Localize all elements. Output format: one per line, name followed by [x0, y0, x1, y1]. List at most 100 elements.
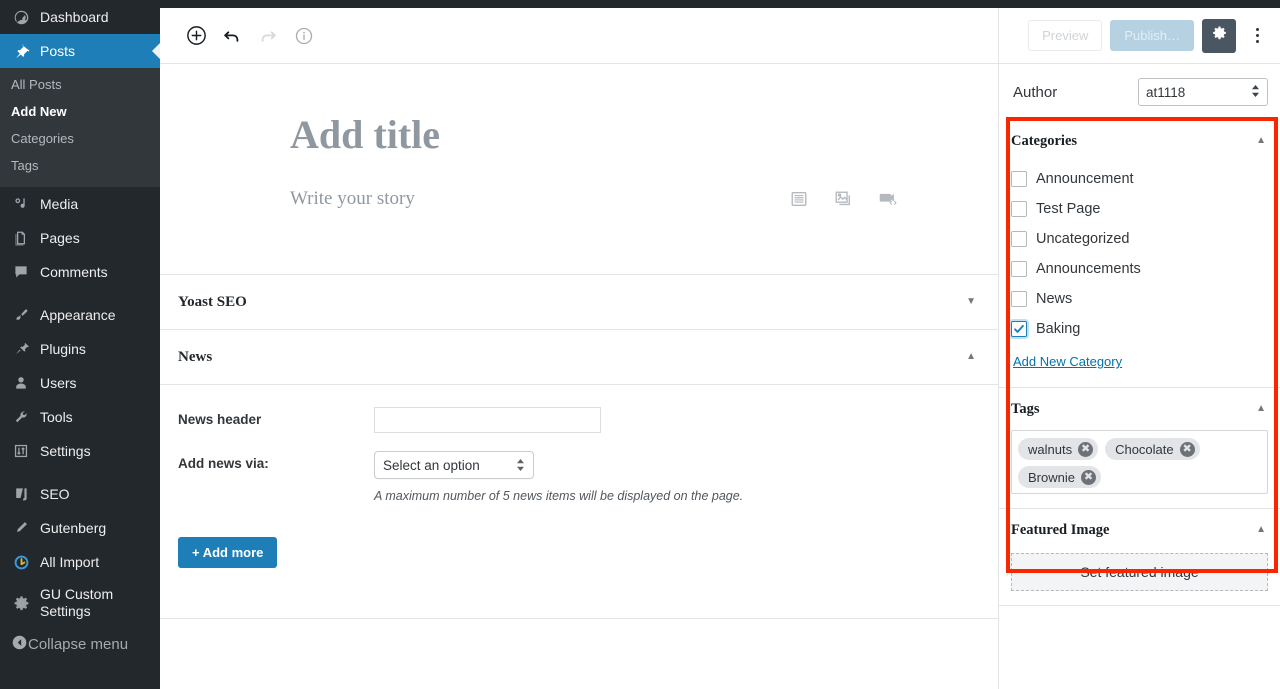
set-featured-image-button[interactable]: Set featured image: [1011, 553, 1268, 591]
more-options-button[interactable]: [1244, 19, 1270, 53]
sidebar-item-tools[interactable]: Tools: [0, 400, 160, 434]
tag-chip[interactable]: Brownie ✖: [1018, 466, 1101, 488]
checkbox-unchecked-icon[interactable]: [1011, 231, 1027, 247]
news-header-input[interactable]: [374, 407, 601, 433]
category-item[interactable]: Uncategorized: [1011, 224, 1268, 254]
sidebar-item-settings[interactable]: Settings: [0, 434, 160, 468]
sidebar-item-gutenberg[interactable]: Gutenberg: [0, 511, 160, 545]
tags-input-box[interactable]: walnuts ✖ Chocolate ✖ Brownie ✖: [1011, 430, 1268, 494]
embed-video-icon[interactable]: [876, 188, 898, 210]
sidebar-item-label: Appearance: [40, 307, 116, 323]
admin-sidebar: Dashboard Posts All Posts Add New Catego…: [0, 0, 160, 689]
sidebar-item-comments[interactable]: Comments: [0, 255, 160, 289]
featured-image-panel-header[interactable]: Featured Image ▲: [999, 509, 1280, 551]
tags-title: Tags: [1011, 400, 1040, 417]
checkbox-checked-icon[interactable]: [1011, 321, 1027, 337]
featured-image-panel-body: Set featured image: [999, 553, 1280, 605]
author-label: Author: [1013, 83, 1058, 101]
kebab-menu-icon: [1255, 28, 1259, 43]
post-body-input[interactable]: Write your story: [290, 188, 788, 210]
metabox-title: Yoast SEO: [178, 293, 247, 310]
categories-panel-header[interactable]: Categories ▲: [999, 120, 1280, 162]
sidebar-item-label: Media: [40, 196, 79, 212]
undo-icon[interactable]: [214, 18, 250, 54]
metaboxes: Yoast SEO ▼ News ▲ News header Add news …: [160, 274, 998, 648]
category-item[interactable]: Test Page: [1011, 194, 1268, 224]
paragraph-list-icon[interactable]: [788, 188, 810, 210]
news-helper-text: A maximum number of 5 news items will be…: [374, 489, 744, 503]
author-select[interactable]: at1118: [1138, 78, 1268, 106]
sidebar-item-all-posts[interactable]: All Posts: [0, 72, 160, 99]
featured-image-panel: Featured Image ▲ Set featured image: [999, 509, 1280, 606]
image-gallery-icon[interactable]: [832, 188, 854, 210]
menu-divider: [0, 468, 160, 477]
category-item[interactable]: News: [1011, 284, 1268, 314]
chevron-up-icon[interactable]: ▲: [966, 352, 976, 362]
metabox-news-header[interactable]: News ▲: [160, 330, 998, 384]
add-news-via-select[interactable]: Select an option: [374, 451, 534, 479]
add-new-category-link[interactable]: Add New Category: [1013, 354, 1122, 369]
sliders-icon: [11, 441, 31, 461]
sidebar-item-tags[interactable]: Tags: [0, 153, 160, 180]
admin-top-strip: [160, 0, 1280, 8]
sidebar-item-posts[interactable]: Posts: [0, 34, 160, 68]
checkbox-unchecked-icon[interactable]: [1011, 171, 1027, 187]
post-title-input[interactable]: Add title: [160, 112, 998, 158]
categories-panel-body: Announcement Test Page Uncategorized Ann…: [999, 162, 1280, 387]
add-more-button[interactable]: + Add more: [178, 537, 278, 568]
sidebar-item-pages[interactable]: Pages: [0, 221, 160, 255]
sidebar-item-categories[interactable]: Categories: [0, 126, 160, 153]
categories-title: Categories: [1011, 132, 1078, 149]
add-block-icon[interactable]: [178, 18, 214, 54]
sidebar-item-label: Posts: [40, 43, 76, 59]
checkbox-unchecked-icon[interactable]: [1011, 201, 1027, 217]
sidebar-item-dashboard[interactable]: Dashboard: [0, 0, 160, 34]
tags-panel-body: walnuts ✖ Chocolate ✖ Brownie ✖: [999, 430, 1280, 508]
field-news-header: News header: [178, 407, 980, 433]
inline-block-icons: [788, 188, 898, 210]
remove-tag-icon[interactable]: ✖: [1080, 469, 1096, 485]
add-news-via-wrap: Select an option A maximum number of 5 n…: [374, 451, 743, 503]
tag-chip[interactable]: Chocolate ✖: [1105, 438, 1200, 460]
checkbox-unchecked-icon[interactable]: [1011, 291, 1027, 307]
category-item[interactable]: Announcements: [1011, 254, 1268, 284]
sidebar-item-all-import[interactable]: All Import: [0, 545, 160, 579]
metabox-news-body: News header Add news via: Select an opti…: [160, 384, 998, 592]
sidebar-item-seo[interactable]: SEO: [0, 477, 160, 511]
chevron-up-icon[interactable]: ▲: [1256, 404, 1266, 414]
chevron-up-icon[interactable]: ▲: [1256, 525, 1266, 535]
media-icon: [11, 194, 31, 214]
sidebar-item-label: Plugins: [40, 341, 86, 357]
main-area: Add title Write your story Yoast SEO ▼ N…: [160, 0, 1280, 689]
yoast-icon: [11, 484, 31, 504]
tag-chip[interactable]: walnuts ✖: [1018, 438, 1099, 460]
pages-icon: [11, 228, 31, 248]
remove-tag-icon[interactable]: ✖: [1078, 441, 1094, 457]
sidebar-item-media[interactable]: Media: [0, 187, 160, 221]
info-icon[interactable]: [286, 18, 322, 54]
collapse-menu-button[interactable]: Collapse menu: [0, 627, 160, 661]
remove-tag-icon[interactable]: ✖: [1179, 441, 1195, 457]
sidebar-item-users[interactable]: Users: [0, 366, 160, 400]
sidebar-item-plugins[interactable]: Plugins: [0, 332, 160, 366]
sidebar-item-appearance[interactable]: Appearance: [0, 298, 160, 332]
pin-icon: [11, 41, 31, 61]
preview-button[interactable]: Preview: [1028, 20, 1103, 51]
sidebar-item-add-new[interactable]: Add New: [0, 99, 160, 126]
plug-icon: [11, 339, 31, 359]
tags-panel-header[interactable]: Tags ▲: [999, 388, 1280, 430]
categories-list: Announcement Test Page Uncategorized Ann…: [1011, 162, 1268, 344]
publish-button[interactable]: Publish…: [1110, 20, 1194, 51]
sidebar-item-gu-custom-settings[interactable]: GU Custom Settings: [0, 579, 160, 627]
category-item-baking[interactable]: Baking: [1011, 314, 1268, 344]
checkbox-unchecked-icon[interactable]: [1011, 261, 1027, 277]
sidebar-item-label: Pages: [40, 230, 80, 246]
category-item[interactable]: Announcement: [1011, 164, 1268, 194]
editor-toolbar: [160, 8, 998, 64]
metabox-yoast-seo: Yoast SEO ▼: [160, 274, 998, 329]
settings-gear-button[interactable]: [1202, 18, 1236, 53]
chevron-up-icon[interactable]: ▲: [1256, 136, 1266, 146]
metabox-yoast-seo-header[interactable]: Yoast SEO ▼: [160, 275, 998, 329]
post-settings-sidebar: Preview Publish… Author at1118 Categorie…: [999, 8, 1280, 689]
chevron-down-icon[interactable]: ▼: [966, 297, 976, 307]
